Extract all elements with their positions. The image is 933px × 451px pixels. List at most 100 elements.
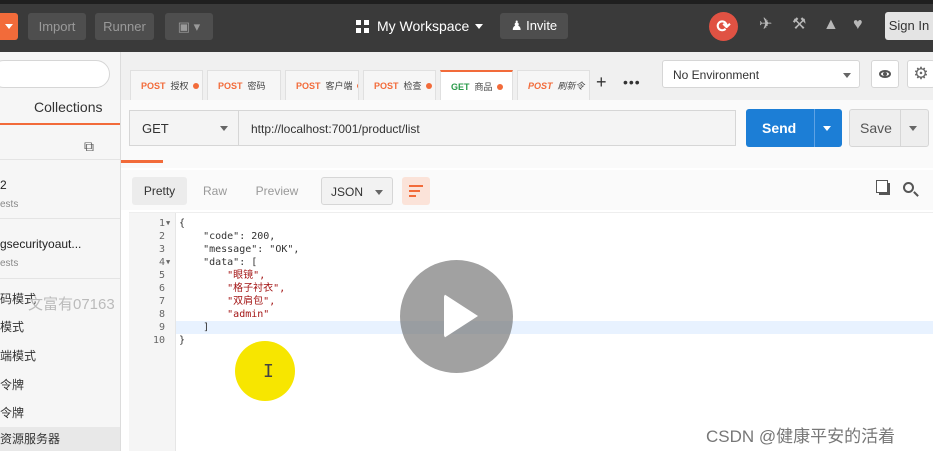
chevron-down-icon[interactable]: [909, 126, 917, 131]
collection-item-name[interactable]: 2: [0, 178, 7, 192]
send-button[interactable]: Send: [746, 109, 842, 147]
tab-method: GET: [451, 82, 470, 92]
invite-label: Invite: [526, 18, 558, 33]
divider: [0, 278, 120, 279]
unsaved-dot-icon: [192, 83, 199, 89]
tab-collections[interactable]: Collections: [34, 99, 102, 115]
tab-active-indicator: [0, 123, 120, 125]
divider: [0, 159, 120, 160]
fold-arrow-icon[interactable]: ▼: [166, 217, 170, 230]
collection-item-name[interactable]: gsecurityoaut...: [0, 237, 81, 251]
code-line: "code": 200,: [179, 231, 276, 242]
watermark-text: 文富有07163: [28, 296, 115, 313]
chevron-down-icon[interactable]: [823, 126, 831, 131]
top-toolbar: Import Runner ▣ ▾ My Workspace ♟ Invite …: [0, 0, 933, 52]
code-line: "message": "OK",: [179, 244, 300, 255]
code-line: "data": [: [179, 257, 258, 268]
line-number: 9: [158, 322, 165, 333]
chevron-down-icon: [220, 126, 228, 131]
environment-select[interactable]: No Environment: [662, 60, 860, 88]
video-play-button[interactable]: [400, 260, 513, 373]
code-line: "双肩包",: [179, 296, 276, 307]
user-add-icon: ♟: [510, 18, 523, 33]
workspace-selector[interactable]: My Workspace: [356, 12, 484, 40]
fold-arrow-icon[interactable]: ▼: [166, 256, 170, 269]
line-number: 5: [158, 270, 165, 281]
line-number: 7: [158, 296, 165, 307]
unsaved-dot-icon: [356, 83, 358, 89]
tab-pretty[interactable]: Pretty: [132, 177, 187, 205]
new-window-button[interactable]: ▣ ▾: [165, 13, 213, 40]
notification-bell-icon[interactable]: ▲: [823, 15, 839, 35]
list-item[interactable]: 令牌: [0, 376, 24, 393]
satellite-icon[interactable]: ✈: [759, 15, 772, 35]
method-select[interactable]: GET: [129, 110, 239, 146]
csdn-watermark: CSDN @健康平安的活着: [706, 427, 896, 446]
gear-icon[interactable]: ⚙: [907, 60, 933, 88]
invite-button[interactable]: ♟ Invite: [500, 13, 568, 39]
request-tab[interactable]: POST 检查: [363, 70, 436, 102]
divider: [0, 218, 120, 219]
line-number: 6: [158, 283, 165, 294]
code-line: "眼镜",: [179, 270, 266, 281]
request-tab[interactable]: POST 密码: [207, 70, 281, 102]
save-button[interactable]: Save: [849, 109, 929, 147]
search-icon[interactable]: [903, 182, 914, 193]
tab-method: POST: [528, 81, 553, 91]
title-strip: [0, 0, 933, 4]
list-item[interactable]: 令牌: [0, 404, 24, 421]
list-item[interactable]: 模式: [0, 318, 24, 335]
wrap-lines-icon[interactable]: [402, 177, 430, 205]
environment-label: No Environment: [673, 68, 760, 82]
list-item-selected[interactable]: 资源服务器: [0, 427, 120, 451]
settings-wrench-icon[interactable]: ⚒: [792, 15, 806, 35]
chevron-down-icon: [843, 73, 851, 78]
workspace-grid-icon: [356, 20, 369, 33]
copy-icon[interactable]: [876, 180, 890, 195]
line-number: 8: [158, 309, 165, 320]
import-button[interactable]: Import: [28, 13, 86, 40]
response-toolbar: [121, 170, 933, 210]
cursor-highlight: I: [235, 341, 295, 401]
tab-method: POST: [141, 81, 166, 91]
request-tab-active[interactable]: GET 商品: [440, 70, 513, 102]
response-body-viewer[interactable]: 1 2 3 4 5 6 7 8 9 10 ▼ ▼ { "code": 200, …: [129, 212, 933, 451]
unsaved-dot-icon: [425, 83, 432, 89]
save-label: Save: [860, 120, 892, 136]
environment-quick-look-button[interactable]: [871, 60, 899, 88]
request-tab[interactable]: POST 授权: [130, 70, 203, 102]
collection-item-count: ests: [0, 199, 19, 210]
code-line: ]: [179, 322, 210, 333]
signin-button[interactable]: Sign In: [885, 12, 933, 40]
line-number: 1: [158, 218, 165, 229]
tab-label: 检查: [403, 81, 422, 91]
tab-label: 密码: [247, 81, 266, 91]
runner-button[interactable]: Runner: [95, 13, 154, 40]
request-tab[interactable]: POST 客户端: [285, 70, 359, 102]
heart-icon[interactable]: ♥: [853, 15, 863, 35]
code-line: "admin": [179, 309, 270, 320]
current-line-highlight: [176, 321, 933, 334]
text-cursor-icon: I: [263, 361, 274, 382]
new-collection-icon[interactable]: ⧉: [84, 138, 94, 155]
tab-preview[interactable]: Preview: [246, 177, 308, 205]
tab-method: POST: [296, 81, 321, 91]
workspace-label: My Workspace: [377, 18, 470, 34]
tab-method: POST: [374, 81, 399, 91]
format-select[interactable]: JSON: [321, 177, 393, 205]
tab-label: 商品: [474, 82, 493, 92]
tab-raw[interactable]: Raw: [194, 177, 236, 205]
add-tab-icon[interactable]: +: [596, 72, 607, 93]
sync-icon[interactable]: ⟳: [709, 12, 738, 41]
new-button[interactable]: [0, 13, 18, 40]
request-tab[interactable]: POST 刷新令: [517, 70, 590, 102]
list-item[interactable]: 端模式: [0, 347, 36, 364]
line-number: 2: [158, 231, 165, 242]
more-tabs-icon[interactable]: •••: [623, 74, 641, 90]
url-input[interactable]: http://localhost:7001/product/list: [239, 110, 736, 146]
sidebar-search-input[interactable]: [0, 60, 110, 88]
tab-label: 客户端: [325, 81, 353, 91]
send-label: Send: [762, 120, 797, 136]
code-line: "格子衬衣",: [179, 283, 286, 294]
chevron-down-icon: [475, 24, 484, 29]
